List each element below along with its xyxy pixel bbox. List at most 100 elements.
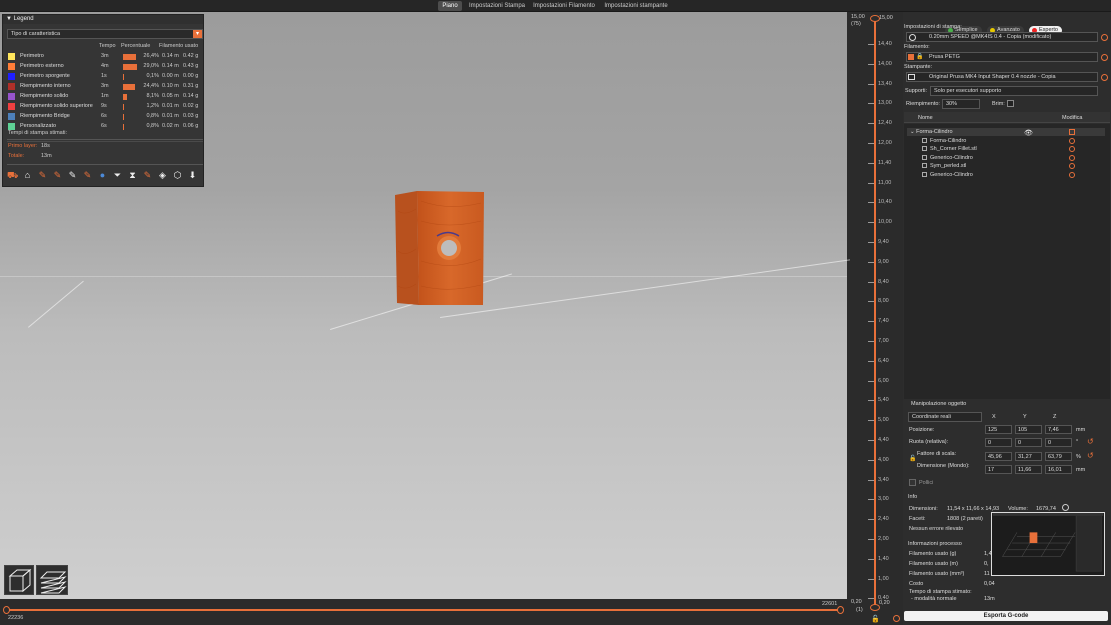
view-3d-icon[interactable] [4,565,34,595]
seams-icon[interactable]: ✎ [67,170,78,181]
tick-label: 8,00 [878,298,889,305]
tab-plater[interactable]: Piano [438,1,462,11]
tab-print-settings[interactable]: Impostazioni Stampa [467,1,527,11]
edit-print-preset-icon[interactable] [1101,34,1108,41]
move-left-thumb[interactable] [3,606,10,614]
scene-thumbnail[interactable] [991,512,1105,576]
edit-object-icon[interactable] [1069,129,1075,135]
position-y-input[interactable]: 105 [1015,425,1042,434]
scale-z-input[interactable]: 63,79 [1045,452,1072,461]
reset-scale-icon[interactable]: ↺ [1087,451,1094,460]
tool-marker-icon[interactable]: ⬡ [172,170,183,181]
legend-percent: 8,1% [146,93,159,99]
legend-grams: 0.00 g [183,73,199,79]
infill-select[interactable]: 30% [942,99,980,109]
tab-filament-settings[interactable]: Impostazioni Filamento [532,1,596,11]
rotate-label: Ruota (relativa): [909,439,949,445]
print-settings-select[interactable]: 0.20mm SPEED @MK4IS 0.4 - Copia (modific… [906,32,1098,42]
tick-label: 1,00 [878,575,889,582]
tick-label: 2,00 [878,536,889,542]
object-tree-item[interactable]: Forma-Cilindro [907,137,1105,145]
scale-x-input[interactable]: 45,96 [985,452,1012,461]
filament-select[interactable]: Prusa PETG [906,52,1098,62]
object-tree-root[interactable]: ⌄ Forma-Cilindro [907,128,1105,136]
shells-icon[interactable]: ◈ [157,170,168,181]
feature-type-select[interactable]: Tipo di caratteristica ▾ [7,29,203,39]
part-settings-gear-icon[interactable] [1069,163,1075,169]
position-z-input[interactable]: 7,46 [1045,425,1072,434]
retraction-icon[interactable]: ✎ [37,170,48,181]
travel-toggle-icon[interactable]: ⛟ [7,170,18,181]
center-of-gravity-icon[interactable]: ✎ [142,170,153,181]
legend-header[interactable]: ▼ Legend [3,15,203,24]
layer-slider-rail[interactable] [874,18,876,608]
position-x-input[interactable]: 125 [985,425,1012,434]
arrow-down-icon[interactable]: ⬇ [187,170,198,181]
color-change-icon[interactable]: ● [97,170,108,181]
lower-thumb[interactable] [870,604,880,611]
legend-row[interactable]: Riempimento solido 1m 8,1% 0.05 m 0.14 g [7,92,203,102]
legend-time: 6s [101,113,107,119]
printer-select[interactable]: Original Prusa MK4 Input Shaper 0.4 nozz… [906,72,1098,82]
object-tree-item[interactable]: Sh_Corner Fillet.stl [907,145,1105,153]
printer-label: Stampante: [904,64,933,70]
coordinates-select[interactable]: Coordinate reali [908,412,982,422]
legend-row[interactable]: Perimetro esterno 4m 29,0% 0.14 m 0.43 g [7,62,203,72]
part-settings-gear-icon[interactable] [1069,137,1075,144]
size-z-input[interactable]: 16,01 [1045,465,1072,474]
upper-thumb[interactable] [870,15,880,22]
export-gcode-button[interactable]: Esporta G-code [904,611,1108,621]
size-unit: mm [1076,467,1086,473]
part-settings-gear-icon[interactable] [1069,146,1075,152]
visibility-eye-icon[interactable]: 👁 [1024,129,1033,137]
tool-change-icon[interactable]: ✎ [82,170,93,181]
part-settings-gear-icon[interactable] [1069,171,1075,178]
rotate-unit: ° [1076,439,1079,445]
legend-row[interactable]: Perimetro sporgente 1s 0,1% 0.00 m 0.00 … [7,72,203,82]
supports-value: Solo per esecutori supporto [934,88,1002,94]
edit-printer-preset-icon[interactable] [1101,74,1108,81]
legend-row[interactable]: Riempimento interno 3m 24,4% 0.10 m 0.31… [7,82,203,92]
legend-row[interactable]: Perimetro 3m 26,4% 0.14 m 0.42 g [7,52,203,62]
object-tree-item[interactable]: Generico-Cilindro [907,154,1105,162]
legend-percent: 29,0% [143,63,159,69]
custom-gcode-icon[interactable]: ⧗ [127,170,138,181]
lock-icon[interactable]: 🔓 [871,615,880,623]
scale-unit: % [1076,454,1081,460]
size-y-input[interactable]: 11,66 [1015,465,1042,474]
divider [7,139,203,140]
wipe-toggle-icon[interactable]: ⌂ [22,170,33,181]
legend-percent: 0,8% [146,113,159,119]
edit-filament-preset-icon[interactable] [1101,54,1108,61]
filament-color-swatch[interactable] [908,54,914,60]
deretraction-icon[interactable]: ✎ [52,170,63,181]
move-right-thumb[interactable] [837,606,844,614]
size-x-input[interactable]: 17 [985,465,1012,474]
brim-checkbox[interactable] [1007,100,1014,107]
info-title: Info [908,494,918,500]
scale-lock-icon[interactable]: 🔓 [909,455,916,462]
tab-printer-settings[interactable]: Impostazioni stampante [601,1,671,11]
dropdown-arrow-icon[interactable]: ▾ [193,30,202,38]
part-settings-gear-icon[interactable] [1069,154,1075,161]
layers-view-icon[interactable] [36,565,68,595]
pause-print-icon[interactable]: ⏷ [112,170,123,181]
settings-gear-icon[interactable] [893,615,900,622]
reset-rotation-icon[interactable]: ↺ [1087,437,1094,446]
legend-row[interactable]: Riempimento solido superiore 9s 1,2% 0.0… [7,102,203,112]
rotate-x-input[interactable]: 0 [985,438,1012,447]
rotate-y-input[interactable]: 0 [1015,438,1042,447]
inches-checkbox[interactable] [909,479,916,486]
supports-select[interactable]: Solo per esecutori supporto [930,86,1098,96]
gcode-preview-object[interactable] [393,191,485,307]
legend-row[interactable]: Riempimento Bridge 6s 0,8% 0.01 m 0.03 g [7,112,203,122]
object-tree-item[interactable]: Generico-Cilindro [907,171,1105,179]
legend-grams: 0.42 g [183,53,199,59]
layer-slider[interactable]: 15,00 (75) 15,00 14,40 14,00 13,40 13,00 12,… [850,14,902,622]
info-icon[interactable] [1062,504,1069,511]
move-slider[interactable]: 22236 22601 [0,600,848,625]
rotate-z-input[interactable]: 0 [1045,438,1072,447]
move-slider-rail[interactable] [6,609,842,611]
scale-y-input[interactable]: 31,27 [1015,452,1042,461]
object-tree-item[interactable]: Sym_perled.stl [907,162,1105,170]
